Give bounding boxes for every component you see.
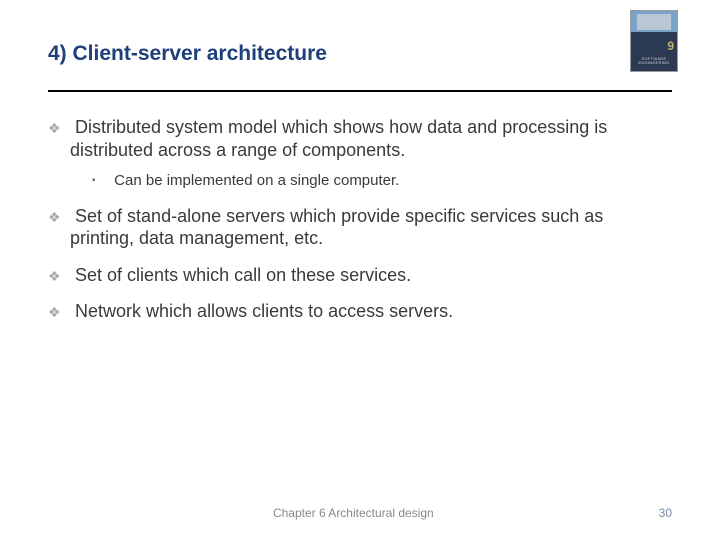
page-number: 30 — [659, 506, 672, 520]
bullet-text: Set of stand-alone servers which provide… — [70, 206, 603, 249]
list-item: Set of stand-alone servers which provide… — [48, 205, 672, 250]
content-area: Distributed system model which shows how… — [48, 116, 672, 323]
chapter-label: Chapter 6 Architectural design — [48, 506, 659, 520]
slide-footer: Chapter 6 Architectural design 30 — [0, 506, 720, 520]
sub-bullet-list: Can be implemented on a single computer. — [70, 171, 672, 191]
sub-list-item: Can be implemented on a single computer. — [70, 171, 672, 191]
sub-bullet-text: Can be implemented on a single computer. — [114, 172, 399, 189]
bullet-text: Network which allows clients to access s… — [75, 301, 453, 321]
slide: 4) Client-server architecture 9 SOFTWARE… — [0, 0, 720, 540]
book-cover-label: SOFTWARE ENGINEERING — [633, 57, 675, 65]
slide-title: 4) Client-server architecture — [48, 38, 630, 66]
header-row: 4) Client-server architecture 9 SOFTWARE… — [48, 38, 672, 72]
book-edition-number: 9 — [667, 39, 674, 53]
list-item: Distributed system model which shows how… — [48, 116, 672, 191]
book-cover-thumbnail: 9 SOFTWARE ENGINEERING — [630, 10, 678, 72]
list-item: Network which allows clients to access s… — [48, 300, 672, 323]
bullet-text: Set of clients which call on these servi… — [75, 265, 411, 285]
bullet-text: Distributed system model which shows how… — [70, 117, 607, 160]
bullet-list: Distributed system model which shows how… — [48, 116, 672, 323]
list-item: Set of clients which call on these servi… — [48, 264, 672, 287]
title-underline — [48, 90, 672, 92]
